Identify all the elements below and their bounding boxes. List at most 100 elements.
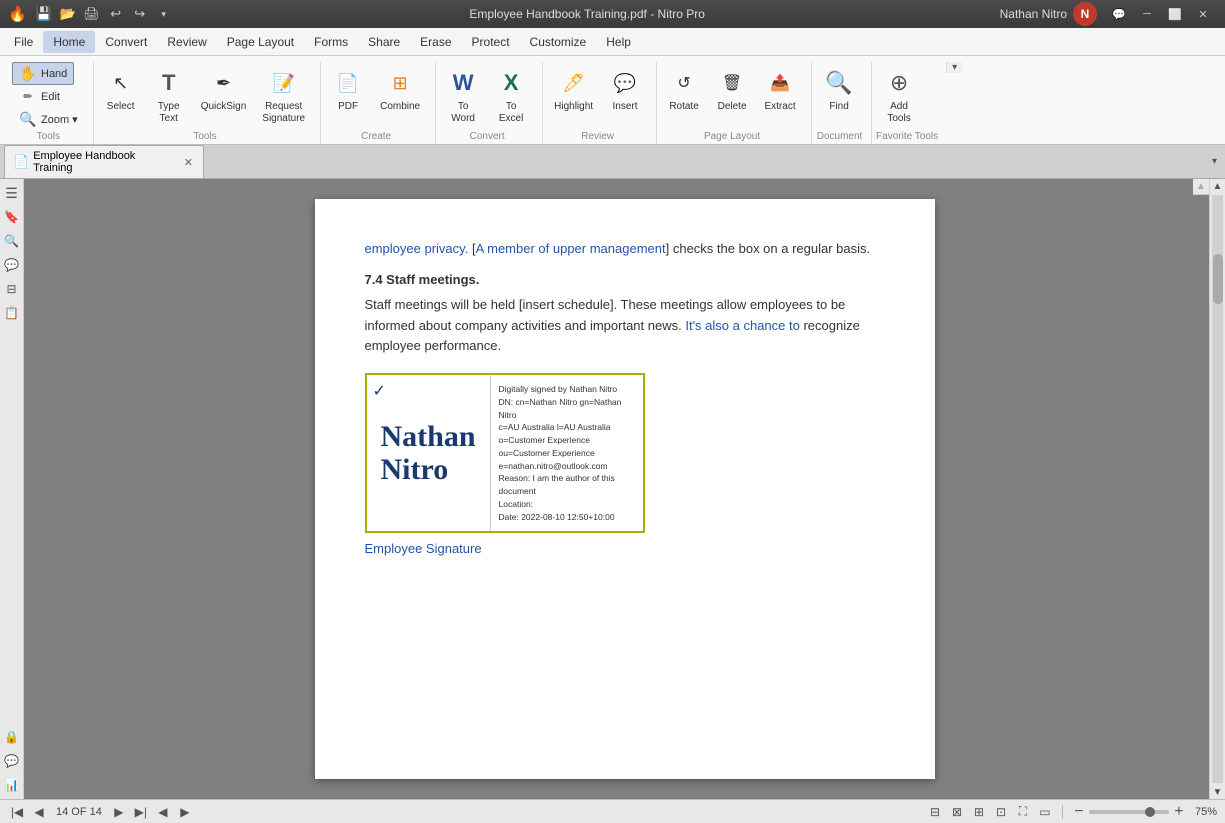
- ribbon-overflow-btn[interactable]: ▾: [946, 62, 962, 73]
- section-heading: 7.4 Staff meetings.: [365, 272, 885, 287]
- qa-dropdown-icon[interactable]: ▾: [153, 3, 175, 25]
- quick-access-bar: 🔥 💾 📂 🖨 ↩ ↪ ▾: [8, 3, 175, 25]
- document-group: 🔍 Find Document: [812, 62, 872, 144]
- sidebar-icon-info[interactable]: 📊: [2, 775, 22, 795]
- window-controls: 💬 ─ ⬜ ✕: [1105, 0, 1217, 28]
- favorite-tools-group: ⊕ AddTools Favorite Tools: [872, 62, 946, 144]
- menu-customize[interactable]: Customize: [520, 31, 597, 53]
- select-button[interactable]: ↖ Select: [98, 62, 144, 118]
- menu-forms[interactable]: Forms: [304, 31, 358, 53]
- qa-open-icon[interactable]: 📂: [57, 3, 79, 25]
- review-group: 🖊 Highlight 💬 Insert Review: [543, 62, 657, 144]
- menu-share[interactable]: Share: [358, 31, 410, 53]
- sidebar-icon-chat[interactable]: 💬: [2, 751, 22, 771]
- hand-tools-group: ✋ Hand ✏ Edit 🔍 Zoom ▾ Tools: [8, 62, 94, 144]
- scroll-down-arrow[interactable]: ▼: [1210, 785, 1225, 799]
- qa-save-icon[interactable]: 💾: [33, 3, 55, 25]
- restore-btn[interactable]: ⬜: [1161, 0, 1189, 28]
- edit-icon: ✏: [19, 90, 37, 103]
- edit-label: Edit: [41, 91, 60, 103]
- tab-close-icon[interactable]: ✕: [184, 156, 193, 169]
- qa-redo-icon[interactable]: ↪: [129, 3, 151, 25]
- extract-icon: 📤: [764, 67, 796, 99]
- hand-button[interactable]: ✋ Hand: [12, 62, 74, 85]
- add-tools-button[interactable]: ⊕ AddTools: [876, 62, 922, 130]
- chat-icon[interactable]: 💬: [1105, 0, 1133, 28]
- qa-undo-icon[interactable]: ↩: [105, 3, 127, 25]
- extract-button[interactable]: 📤 Extract: [757, 62, 803, 118]
- para2: Staff meetings will be held [insert sche…: [365, 295, 885, 357]
- zoom-out-btn[interactable]: −: [1071, 804, 1087, 820]
- scroll-track-area[interactable]: [1212, 195, 1223, 783]
- sidebar-icon-layers[interactable]: 📋: [2, 303, 22, 323]
- sidebar-icon-bookmarks[interactable]: 🔖: [2, 207, 22, 227]
- delete-button[interactable]: 🗑 Delete: [709, 62, 755, 118]
- sig-name-line1: Nathan: [381, 420, 476, 453]
- rotate-button[interactable]: ↺ Rotate: [661, 62, 707, 118]
- sidebar-icon-thumbnails[interactable]: ⊟: [2, 279, 22, 299]
- find-button[interactable]: 🔍 Find: [816, 62, 862, 118]
- rotate-label: Rotate: [669, 101, 698, 113]
- signature-left: ✓ Nathan Nitro: [367, 375, 490, 531]
- para1-link1[interactable]: employee privacy.: [365, 241, 469, 256]
- tab-right-arrow[interactable]: ▾: [1208, 154, 1221, 169]
- sig-name-line2: Nitro: [381, 453, 449, 486]
- scroll-thumb[interactable]: [1213, 254, 1223, 304]
- ribbon-content: ✋ Hand ✏ Edit 🔍 Zoom ▾ Tools ↖ Select: [4, 58, 1221, 144]
- menu-protect[interactable]: Protect: [462, 31, 520, 53]
- scroll-up-arrow[interactable]: ▲: [1210, 179, 1225, 193]
- zoom-in-btn[interactable]: +: [1171, 804, 1187, 820]
- add-tools-icon: ⊕: [883, 67, 915, 99]
- statusbar: |◀ ◀ 14 OF 14 ▶ ▶| ◀ ▶ ⊟ ⊠ ⊞ ⊡ ⛶ ▭ − + 7…: [0, 799, 1225, 823]
- status-separator: [1062, 805, 1063, 819]
- type-text-button[interactable]: T TypeText: [146, 62, 192, 130]
- para2-link[interactable]: It's also a chance to: [685, 318, 800, 333]
- viewer-scroll-top[interactable]: ▲: [1193, 179, 1209, 195]
- combine-button[interactable]: ⊞ Combine: [373, 62, 427, 118]
- user-area: Nathan Nitro N: [1000, 2, 1097, 26]
- request-sig-button[interactable]: 📝 RequestSignature: [255, 62, 312, 130]
- checkmark-icon: ✓: [373, 381, 386, 401]
- left-sidebar: ☰ 🔖 🔍 💬 ⊟ 📋 🔒 💬 📊: [0, 179, 24, 799]
- menu-erase[interactable]: Erase: [410, 31, 461, 53]
- quicksign-label: QuickSign: [201, 101, 247, 113]
- zoom-label: Zoom ▾: [41, 113, 78, 126]
- sidebar-icon-security[interactable]: 🔒: [2, 727, 22, 747]
- sidebar-icon-pages[interactable]: ☰: [2, 183, 22, 203]
- highlight-icon: 🖊: [558, 67, 590, 99]
- menu-convert[interactable]: Convert: [95, 31, 157, 53]
- add-tools-label: AddTools: [887, 101, 910, 125]
- user-name: Nathan Nitro: [1000, 7, 1067, 21]
- menu-review[interactable]: Review: [157, 31, 216, 53]
- zoom-button[interactable]: 🔍 Zoom ▾: [12, 108, 85, 131]
- page-layout-group: ↺ Rotate 🗑 Delete 📤 Extract Page Layout: [657, 62, 812, 144]
- close-btn[interactable]: ✕: [1189, 0, 1217, 28]
- user-avatar[interactable]: N: [1073, 2, 1097, 26]
- sidebar-icon-comments[interactable]: 💬: [2, 255, 22, 275]
- minimize-btn[interactable]: ─: [1133, 0, 1161, 28]
- menu-page-layout[interactable]: Page Layout: [217, 31, 304, 53]
- quicksign-button[interactable]: ✒ QuickSign: [194, 62, 254, 118]
- qa-print-icon[interactable]: 🖨: [81, 3, 103, 25]
- menu-help[interactable]: Help: [596, 31, 641, 53]
- combine-icon: ⊞: [384, 67, 416, 99]
- document-tab[interactable]: 📄 Employee Handbook Training ✕: [4, 145, 204, 178]
- to-word-icon: W: [447, 67, 479, 99]
- zoom-icon: 🔍: [19, 111, 37, 128]
- zoom-handle[interactable]: [1145, 807, 1155, 817]
- edit-button[interactable]: ✏ Edit: [12, 87, 67, 106]
- sidebar-icon-search[interactable]: 🔍: [2, 231, 22, 251]
- pdf-button[interactable]: 📄 PDF: [325, 62, 371, 118]
- to-excel-button[interactable]: X ToExcel: [488, 62, 534, 130]
- insert-button[interactable]: 💬 Insert: [602, 62, 648, 118]
- zoom-slider[interactable]: [1089, 810, 1169, 814]
- request-sig-label: RequestSignature: [262, 101, 305, 125]
- convert-group-label: Convert: [440, 131, 534, 144]
- window-title: Employee Handbook Training.pdf - Nitro P…: [175, 7, 1000, 21]
- to-word-button[interactable]: W ToWord: [440, 62, 486, 130]
- quicksign-icon: ✒: [207, 67, 239, 99]
- menu-file[interactable]: File: [4, 31, 43, 53]
- para1-link2[interactable]: A member of upper management: [476, 241, 666, 256]
- menu-home[interactable]: Home: [43, 31, 95, 53]
- highlight-button[interactable]: 🖊 Highlight: [547, 62, 600, 118]
